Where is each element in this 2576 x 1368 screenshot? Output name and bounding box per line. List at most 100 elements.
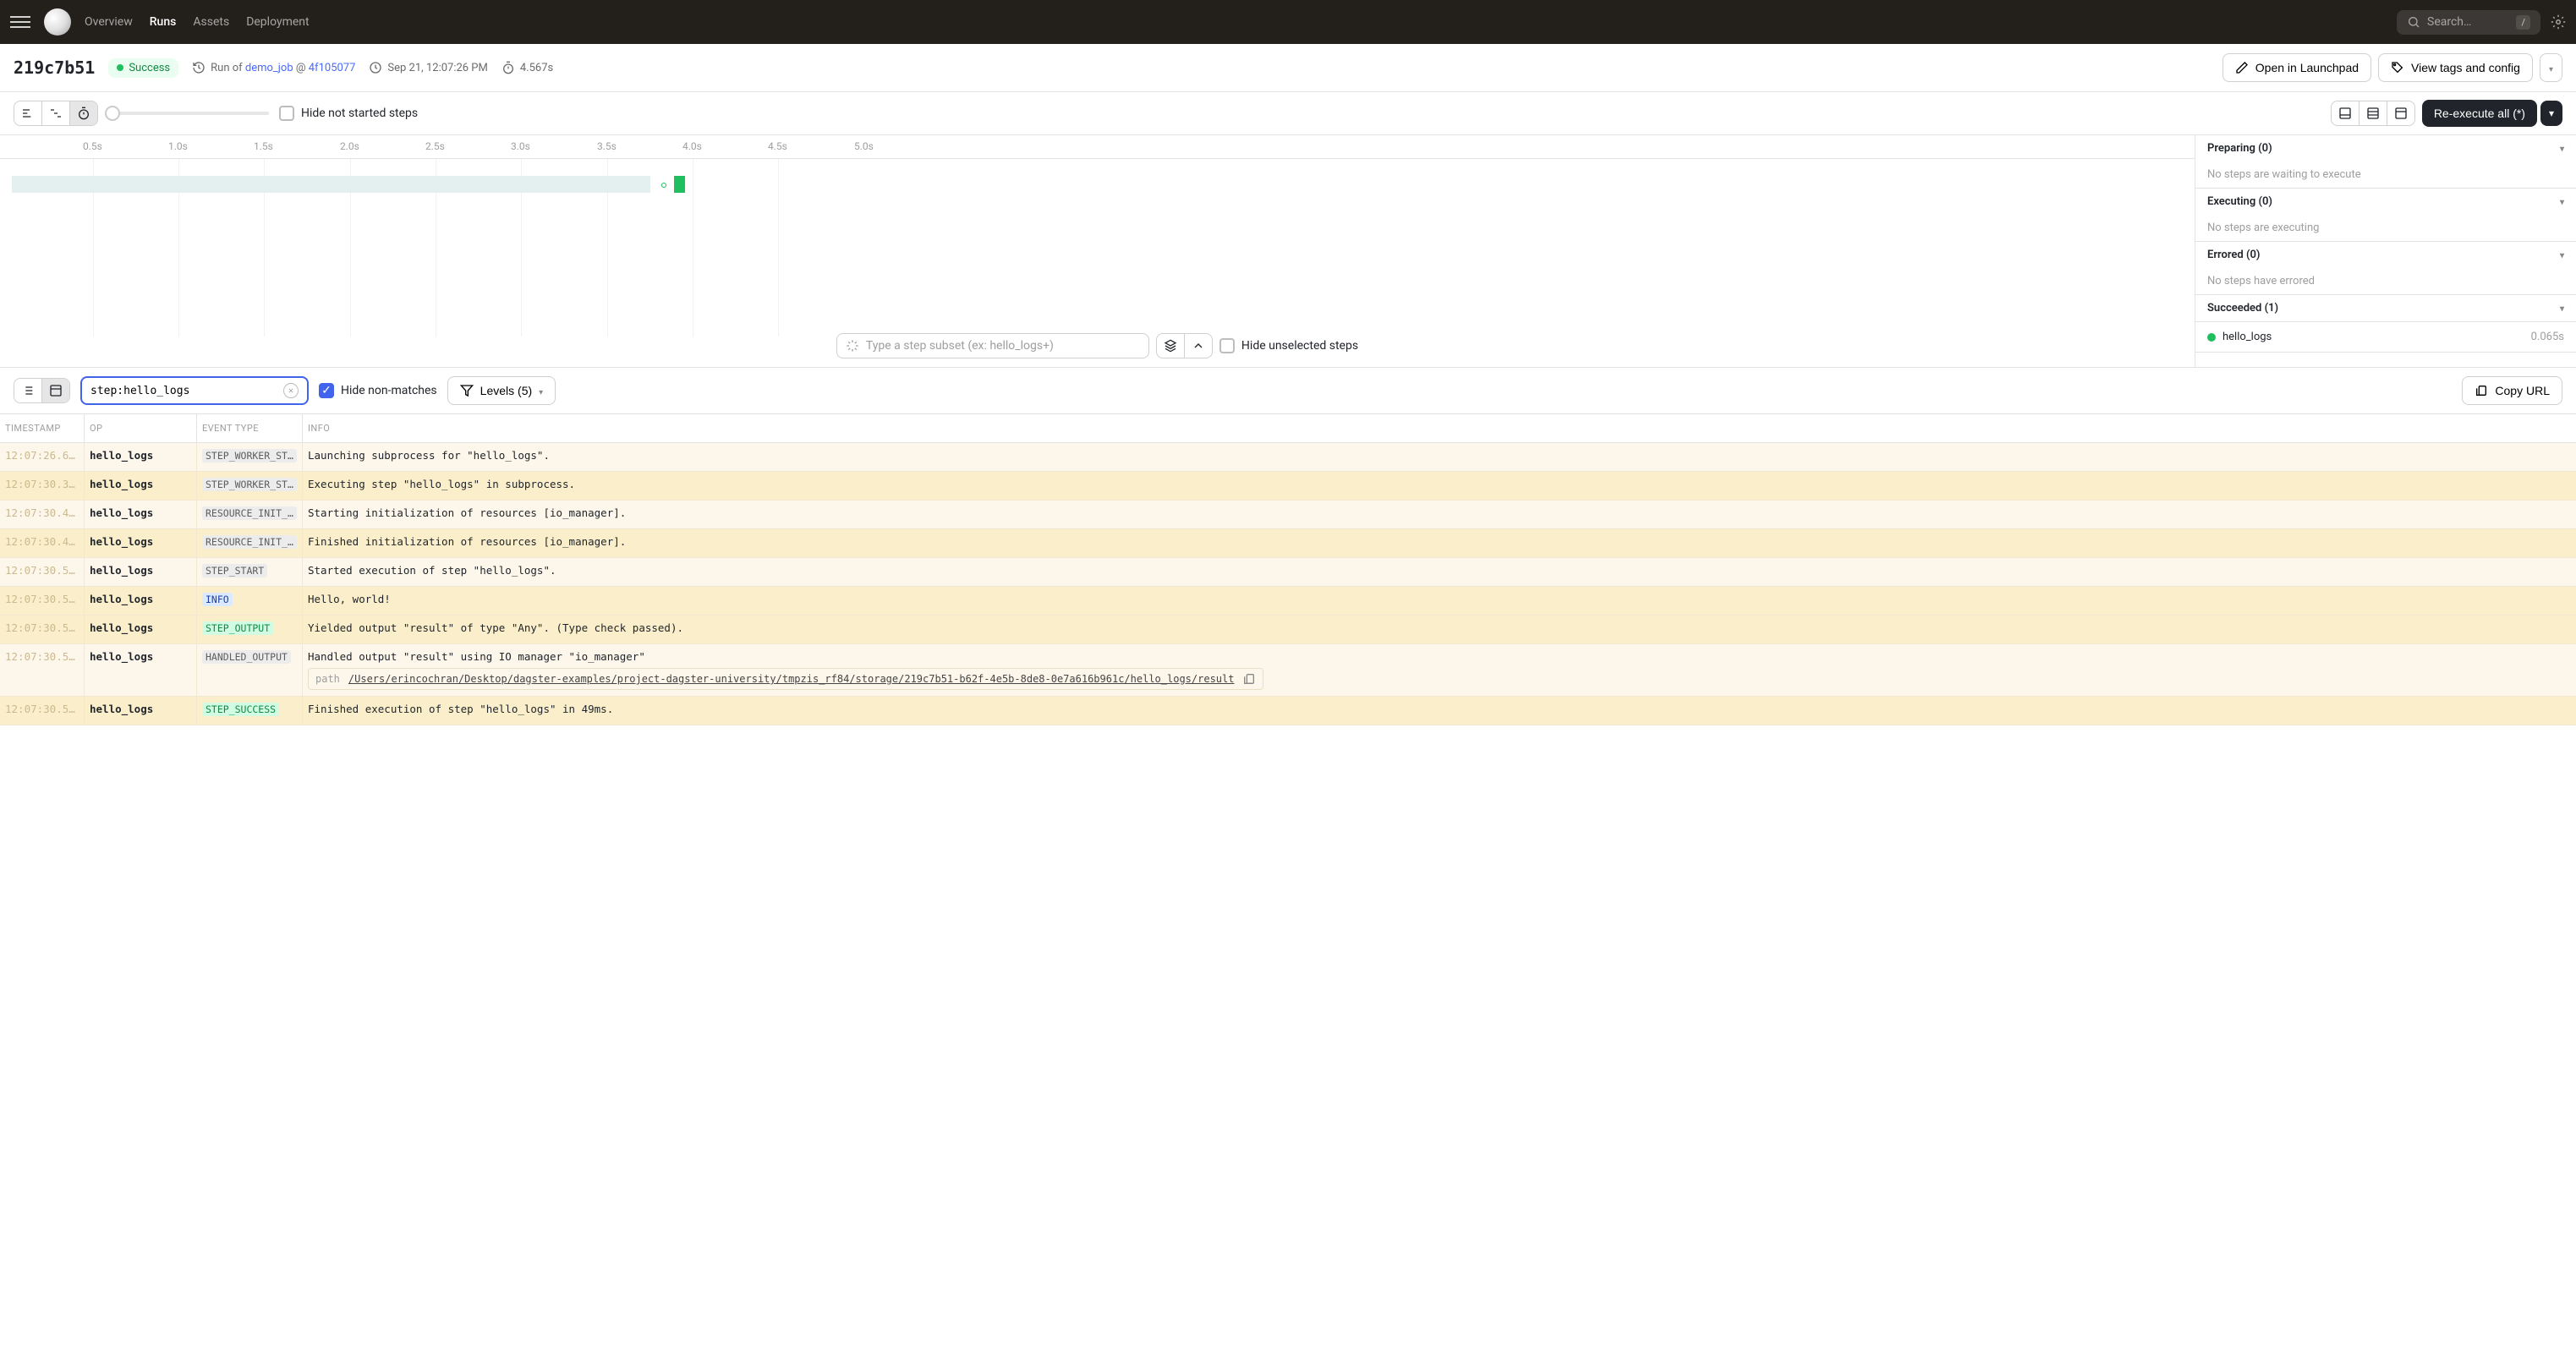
gantt-ruler: 0.5s 1.0s 1.5s 2.0s 2.5s 3.0s 3.5s 4.0s …	[0, 135, 2195, 159]
log-row[interactable]: 12:07:30.364hello_logsSTEP_WORKER_STARTE…	[0, 472, 2576, 501]
copy-icon[interactable]	[1242, 672, 1256, 686]
search-icon	[2407, 15, 2420, 29]
log-row[interactable]: 12:07:30.535hello_logsSTEP_OUTPUTYielded…	[0, 616, 2576, 644]
event-tag: STEP_OUTPUT	[202, 621, 273, 635]
reexecute-all-button[interactable]: Re-execute all (*)	[2422, 100, 2537, 127]
status-pill: Success	[108, 58, 178, 78]
log-info-text: Handled output "result" using IO manager…	[308, 650, 645, 663]
gantt-prep-bar[interactable]	[12, 176, 650, 193]
gantt-step-bar[interactable]	[674, 176, 685, 193]
ruler-tick: 1.5s	[254, 140, 273, 152]
log-info-text: Starting initialization of resources [io…	[308, 506, 626, 519]
gantt-step-dot-icon	[661, 183, 666, 188]
event-tag: HANDLED_OUTPUT	[202, 650, 291, 664]
chevron-down-icon	[539, 384, 543, 397]
log-info: Finished execution of step "hello_logs" …	[303, 697, 2576, 725]
nav-runs[interactable]: Runs	[150, 15, 177, 29]
log-op: hello_logs	[85, 443, 197, 471]
log-list-view-button[interactable]	[14, 379, 42, 402]
log-event-type: STEP_OUTPUT	[197, 616, 303, 643]
search-kbd: /	[2516, 15, 2530, 30]
log-ts: 12:07:30.424	[0, 501, 85, 528]
log-info-text: Finished execution of step "hello_logs" …	[308, 703, 613, 715]
nav-overview[interactable]: Overview	[85, 15, 133, 29]
log-info: Started execution of step "hello_logs".	[303, 558, 2576, 586]
reexecute-menu-button[interactable]: ▾	[2540, 101, 2562, 126]
view-flat-button[interactable]	[14, 101, 42, 125]
more-menu-button[interactable]	[2540, 53, 2562, 82]
search-placeholder: Search…	[2427, 15, 2471, 29]
log-op: hello_logs	[85, 472, 197, 500]
log-body: 12:07:26.643hello_logsSTEP_WORKER_STARTI…	[0, 443, 2576, 725]
path-key: path	[315, 673, 340, 685]
view-timed-button[interactable]	[70, 101, 97, 125]
ruler-tick: 3.0s	[511, 140, 530, 152]
history-icon	[192, 61, 206, 74]
clear-filter-button[interactable]: ✕	[283, 383, 299, 398]
event-tag: STEP_WORKER_STARTED	[202, 478, 297, 491]
nav-links: Overview Runs Assets Deployment	[85, 15, 310, 29]
nav-toggle[interactable]	[10, 12, 30, 32]
log-info: Hello, world!	[303, 587, 2576, 615]
path-value[interactable]: /Users/erincochran/Desktop/dagster-examp…	[348, 673, 1235, 685]
view-tags-button[interactable]: View tags and config	[2378, 53, 2533, 82]
zoom-slider[interactable]	[108, 112, 269, 115]
expand-up-button[interactable]	[1185, 334, 1212, 358]
levels-dropdown-button[interactable]: Levels (5)	[447, 376, 556, 405]
checkbox[interactable]	[1219, 338, 1235, 353]
log-row[interactable]: 12:07:30.437hello_logsRESOURCE_INIT_SUCC…	[0, 529, 2576, 558]
nav-deployment[interactable]: Deployment	[246, 15, 309, 29]
ruler-tick: 2.5s	[425, 140, 445, 152]
log-structured-view-button[interactable]	[42, 379, 69, 402]
event-tag: STEP_WORKER_STARTING	[202, 449, 297, 462]
log-row[interactable]: 12:07:26.643hello_logsSTEP_WORKER_STARTI…	[0, 443, 2576, 472]
run-of: Run of demo_job @ 4f105077	[192, 61, 355, 74]
event-tag: STEP_SUCCESS	[202, 703, 279, 716]
hide-unselected-option[interactable]: Hide unselected steps	[1219, 338, 1358, 353]
succeeded-header[interactable]: Succeeded (1)	[2195, 295, 2576, 321]
succeeded-step-row[interactable]: hello_logs0.065s	[2195, 322, 2576, 353]
log-row[interactable]: 12:07:30.424hello_logsRESOURCE_INIT_STAR…	[0, 501, 2576, 529]
log-event-type: STEP_WORKER_STARTING	[197, 443, 303, 471]
gantt-body[interactable]	[0, 159, 2195, 337]
open-launchpad-button[interactable]: Open in Launchpad	[2222, 53, 2371, 82]
log-row[interactable]: 12:07:30.573hello_logsSTEP_SUCCESSFinish…	[0, 697, 2576, 725]
view-waterfall-button[interactable]	[42, 101, 70, 125]
log-view-group	[14, 378, 70, 403]
log-ts: 12:07:30.524	[0, 587, 85, 615]
copy-url-button[interactable]: Copy URL	[2462, 376, 2562, 405]
log-filter-field[interactable]	[90, 385, 277, 397]
hide-nonmatches-option[interactable]: ✓ Hide non-matches	[319, 383, 437, 398]
hide-not-started-option[interactable]: Hide not started steps	[279, 106, 418, 121]
executing-header[interactable]: Executing (0)	[2195, 189, 2576, 215]
global-search[interactable]: Search… /	[2397, 10, 2540, 35]
log-event-type: INFO	[197, 587, 303, 615]
snapshot-link[interactable]: 4f105077	[309, 62, 356, 74]
log-op: hello_logs	[85, 529, 197, 557]
ruler-tick: 3.5s	[597, 140, 617, 152]
slider-thumb[interactable]	[105, 106, 120, 121]
preparing-header[interactable]: Preparing (0)	[2195, 135, 2576, 161]
log-event-type: STEP_SUCCESS	[197, 697, 303, 725]
main-split: 0.5s 1.0s 1.5s 2.0s 2.5s 3.0s 3.5s 4.0s …	[0, 135, 2576, 368]
ruler-tick: 0.5s	[83, 140, 102, 152]
checkbox[interactable]	[279, 106, 294, 121]
log-info-text: Hello, world!	[308, 593, 391, 605]
checkbox-checked[interactable]: ✓	[319, 383, 334, 398]
gear-icon[interactable]	[2551, 14, 2566, 30]
job-link[interactable]: demo_job	[245, 62, 293, 74]
log-row[interactable]: 12:07:30.524hello_logsINFOHello, world!	[0, 587, 2576, 616]
chevron-down-icon	[2560, 142, 2564, 155]
layers-button[interactable]	[1157, 334, 1185, 358]
panel-split-button[interactable]	[2360, 101, 2387, 125]
nav-assets[interactable]: Assets	[193, 15, 229, 29]
step-subset-input[interactable]: Type a step subset (ex: hello_logs+)	[836, 333, 1149, 358]
gantt-footer: Type a step subset (ex: hello_logs+) Hid…	[0, 333, 2195, 358]
panel-bottom-button[interactable]	[2332, 101, 2360, 125]
log-row[interactable]: 12:07:30.508hello_logsSTEP_STARTStarted …	[0, 558, 2576, 587]
log-filter-input[interactable]: ✕	[80, 376, 309, 405]
log-row[interactable]: 12:07:30.562hello_logsHANDLED_OUTPUTHand…	[0, 644, 2576, 697]
panel-top-button[interactable]	[2387, 101, 2414, 125]
clipboard-icon	[2475, 384, 2488, 397]
errored-header[interactable]: Errored (0)	[2195, 242, 2576, 268]
